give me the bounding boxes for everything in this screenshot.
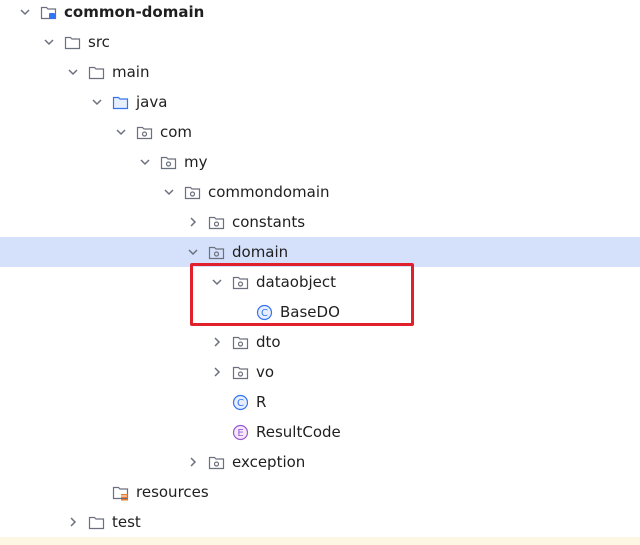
tree-node-label: my xyxy=(184,153,208,171)
tree-node-label: dto xyxy=(256,333,281,351)
chevron-down-icon[interactable] xyxy=(114,125,128,139)
tree-node-commondomain[interactable]: commondomain xyxy=(0,177,640,207)
tree-node-label: src xyxy=(88,33,110,51)
tree-node-exception[interactable]: exception xyxy=(0,447,640,477)
tree-node-common-domain[interactable]: common-domain xyxy=(0,0,640,27)
tree-node-dataobject[interactable]: dataobject xyxy=(0,267,640,297)
tree-node-my[interactable]: my xyxy=(0,147,640,177)
tree-node-label: test xyxy=(112,513,141,531)
chevron-right-icon[interactable] xyxy=(186,215,200,229)
tree-node-basedo[interactable]: C BaseDO xyxy=(0,297,640,327)
enum-icon: E xyxy=(232,424,249,441)
tree-node-resources[interactable]: resources xyxy=(0,477,640,507)
package-icon xyxy=(232,334,249,351)
tree-node-label: resources xyxy=(136,483,209,501)
tree-node-label: com xyxy=(160,123,193,141)
tree-node-label: java xyxy=(136,93,168,111)
source-folder-icon xyxy=(112,94,129,111)
tree-node-label: commondomain xyxy=(208,183,330,201)
package-icon xyxy=(208,244,225,261)
resources-folder-icon xyxy=(112,484,129,501)
tree-node-label: R xyxy=(256,393,267,411)
tree-node-com[interactable]: com xyxy=(0,117,640,147)
package-icon xyxy=(136,124,153,141)
tree-node-label: ResultCode xyxy=(256,423,341,441)
package-icon xyxy=(232,364,249,381)
tree-node-label: main xyxy=(112,63,150,81)
tree-node-label: BaseDO xyxy=(280,303,340,321)
tree-node-label: dataobject xyxy=(256,273,337,291)
class-icon: C xyxy=(232,394,249,411)
chevron-down-icon[interactable] xyxy=(138,155,152,169)
tree-node-label: common-domain xyxy=(64,3,205,21)
tree-node-vo[interactable]: vo xyxy=(0,357,640,387)
chevron-right-icon[interactable] xyxy=(186,455,200,469)
tree-node-label: exception xyxy=(232,453,306,471)
tree-node-src[interactable]: src xyxy=(0,27,640,57)
package-icon xyxy=(184,184,201,201)
chevron-right-icon[interactable] xyxy=(66,515,80,529)
package-icon xyxy=(160,154,177,171)
tree-node-test[interactable]: test xyxy=(0,507,640,537)
chevron-down-icon[interactable] xyxy=(186,245,200,259)
folder-icon xyxy=(64,34,81,51)
chevron-down-icon[interactable] xyxy=(90,95,104,109)
tree-node-constants[interactable]: constants xyxy=(0,207,640,237)
tree-node-partial xyxy=(0,537,640,545)
tree-node-r[interactable]: C R xyxy=(0,387,640,417)
chevron-down-icon[interactable] xyxy=(210,275,224,289)
tree-node-main[interactable]: main xyxy=(0,57,640,87)
chevron-down-icon[interactable] xyxy=(18,5,32,19)
chevron-down-icon[interactable] xyxy=(42,35,56,49)
folder-icon xyxy=(88,514,105,531)
tree-node-dto[interactable]: dto xyxy=(0,327,640,357)
svg-text:C: C xyxy=(237,398,244,409)
tree-node-label: constants xyxy=(232,213,306,231)
tree-node-java[interactable]: java xyxy=(0,87,640,117)
chevron-down-icon[interactable] xyxy=(66,65,80,79)
tree-node-resultcode[interactable]: E ResultCode xyxy=(0,417,640,447)
class-icon: C xyxy=(256,304,273,321)
chevron-down-icon[interactable] xyxy=(162,185,176,199)
tree-node-domain[interactable]: domain xyxy=(0,237,640,267)
svg-text:E: E xyxy=(237,428,243,439)
package-icon xyxy=(208,454,225,471)
chevron-right-icon[interactable] xyxy=(210,335,224,349)
svg-text:C: C xyxy=(261,308,268,319)
module-folder-icon xyxy=(40,4,57,21)
tree-node-label: vo xyxy=(256,363,275,381)
chevron-right-icon[interactable] xyxy=(210,365,224,379)
package-icon xyxy=(232,274,249,291)
package-icon xyxy=(208,214,225,231)
folder-icon xyxy=(88,64,105,81)
tree-node-label: domain xyxy=(232,243,289,261)
